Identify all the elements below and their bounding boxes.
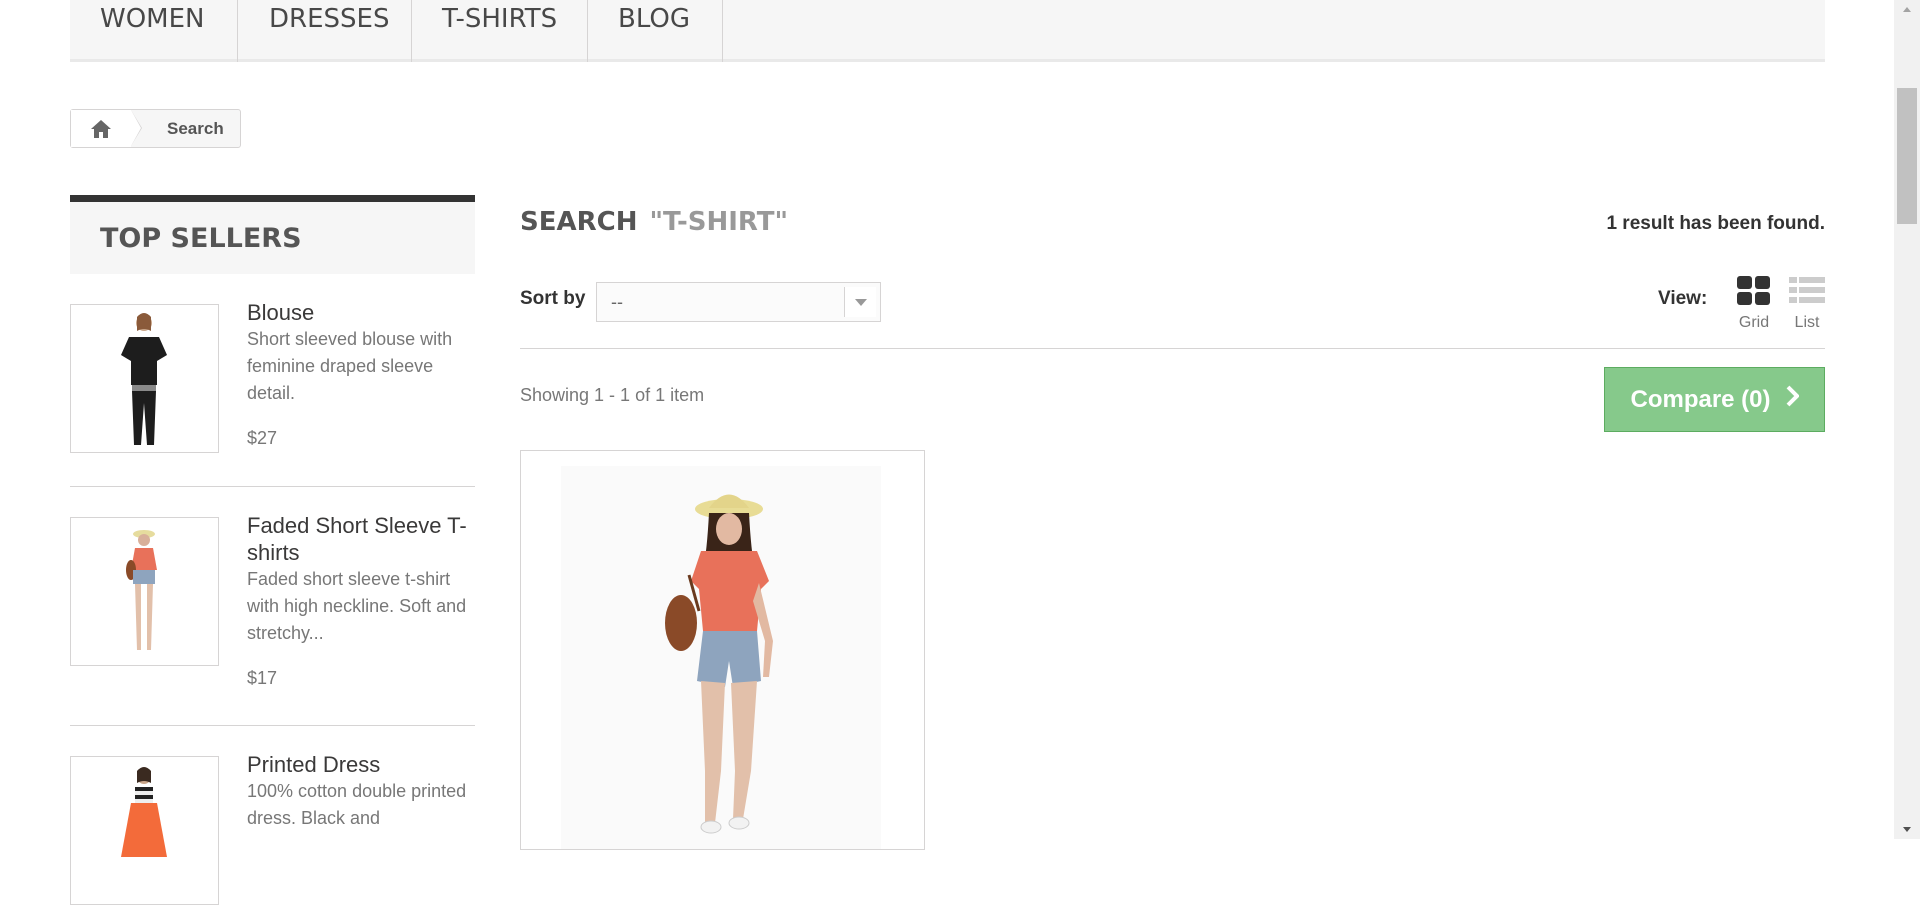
view-list-label: List bbox=[1794, 314, 1820, 331]
divider bbox=[520, 348, 1825, 349]
search-heading-label: SEARCH bbox=[520, 207, 638, 237]
breadcrumb-home[interactable] bbox=[71, 110, 142, 147]
faded-t-shirt-image bbox=[71, 518, 218, 665]
vertical-scrollbar[interactable] bbox=[1894, 0, 1920, 839]
product-description: Faded short sleeve t-shirt with high nec… bbox=[247, 569, 467, 643]
top-sellers-title-block: TOP SELLERS bbox=[70, 195, 475, 274]
grid-icon bbox=[1737, 276, 1770, 305]
nav-label: WOMEN bbox=[100, 4, 205, 34]
breadcrumb: Search bbox=[70, 109, 241, 148]
product-price: $27 bbox=[247, 428, 278, 448]
product-thumbnail[interactable] bbox=[70, 517, 219, 666]
pagination-summary: Showing 1 - 1 of 1 item bbox=[520, 385, 705, 405]
product-thumbnail[interactable] bbox=[70, 756, 219, 905]
page-heading: SEARCH "T-SHIRT" bbox=[520, 207, 788, 237]
top-seller-item: Printed Dress 100% cotton double printed… bbox=[70, 726, 475, 905]
nav-item-dresses[interactable]: DRESSES bbox=[238, 0, 412, 62]
compare-button[interactable]: Compare (0) bbox=[1604, 367, 1825, 432]
product-name[interactable]: Blouse bbox=[247, 299, 475, 326]
top-menu: WOMEN DRESSES T-SHIRTS BLOG bbox=[70, 0, 1825, 62]
chevron-right-icon bbox=[1785, 385, 1800, 414]
product-card[interactable] bbox=[520, 450, 925, 850]
scroll-down-arrow-icon[interactable] bbox=[1894, 819, 1920, 839]
scroll-up-arrow-icon[interactable] bbox=[1894, 0, 1920, 20]
sort-by-label: Sort by bbox=[520, 288, 586, 309]
nav-label: DRESSES bbox=[269, 4, 390, 34]
nav-item-women[interactable]: WOMEN bbox=[70, 0, 238, 62]
nav-label: BLOG bbox=[618, 4, 691, 34]
home-icon bbox=[91, 119, 111, 138]
product-name[interactable]: Faded Short Sleeve T-shirts bbox=[247, 512, 475, 566]
product-description: 100% cotton double printed dress. Black … bbox=[247, 781, 467, 828]
compare-label: Compare (0) bbox=[1630, 385, 1771, 413]
view-grid-button[interactable]: Grid bbox=[1733, 276, 1775, 332]
blouse-image bbox=[71, 305, 218, 452]
product-description: Short sleeved blouse with feminine drape… bbox=[247, 329, 453, 403]
printed-dress-image bbox=[71, 757, 218, 904]
breadcrumb-current: Search bbox=[167, 118, 224, 138]
nav-label: T-SHIRTS bbox=[442, 4, 558, 34]
chevron-down-icon bbox=[844, 287, 876, 317]
list-icon bbox=[1789, 277, 1825, 303]
top-sellers-block: TOP SELLERS Blouse Short sleeved blouse … bbox=[70, 195, 475, 905]
search-query: "T-SHIRT" bbox=[649, 207, 789, 237]
view-label: View: bbox=[1658, 288, 1708, 309]
product-name[interactable]: Printed Dress bbox=[247, 751, 475, 778]
top-seller-item: Faded Short Sleeve T-shirts Faded short … bbox=[70, 487, 475, 726]
sort-select-value: -- bbox=[611, 292, 623, 312]
nav-item-blog[interactable]: BLOG bbox=[588, 0, 723, 62]
scrollbar-thumb[interactable] bbox=[1897, 88, 1917, 224]
sort-by-select[interactable]: -- bbox=[596, 282, 881, 322]
product-thumbnail[interactable] bbox=[70, 304, 219, 453]
product-image bbox=[521, 451, 924, 849]
nav-item-t-shirts[interactable]: T-SHIRTS bbox=[412, 0, 588, 62]
top-seller-item: Blouse Short sleeved blouse with feminin… bbox=[70, 274, 475, 487]
view-grid-label: Grid bbox=[1738, 314, 1770, 331]
top-sellers-title[interactable]: TOP SELLERS bbox=[100, 223, 302, 254]
product-price: $17 bbox=[247, 668, 278, 688]
view-list-button[interactable]: List bbox=[1786, 276, 1828, 332]
result-count: 1 result has been found. bbox=[1606, 213, 1825, 234]
